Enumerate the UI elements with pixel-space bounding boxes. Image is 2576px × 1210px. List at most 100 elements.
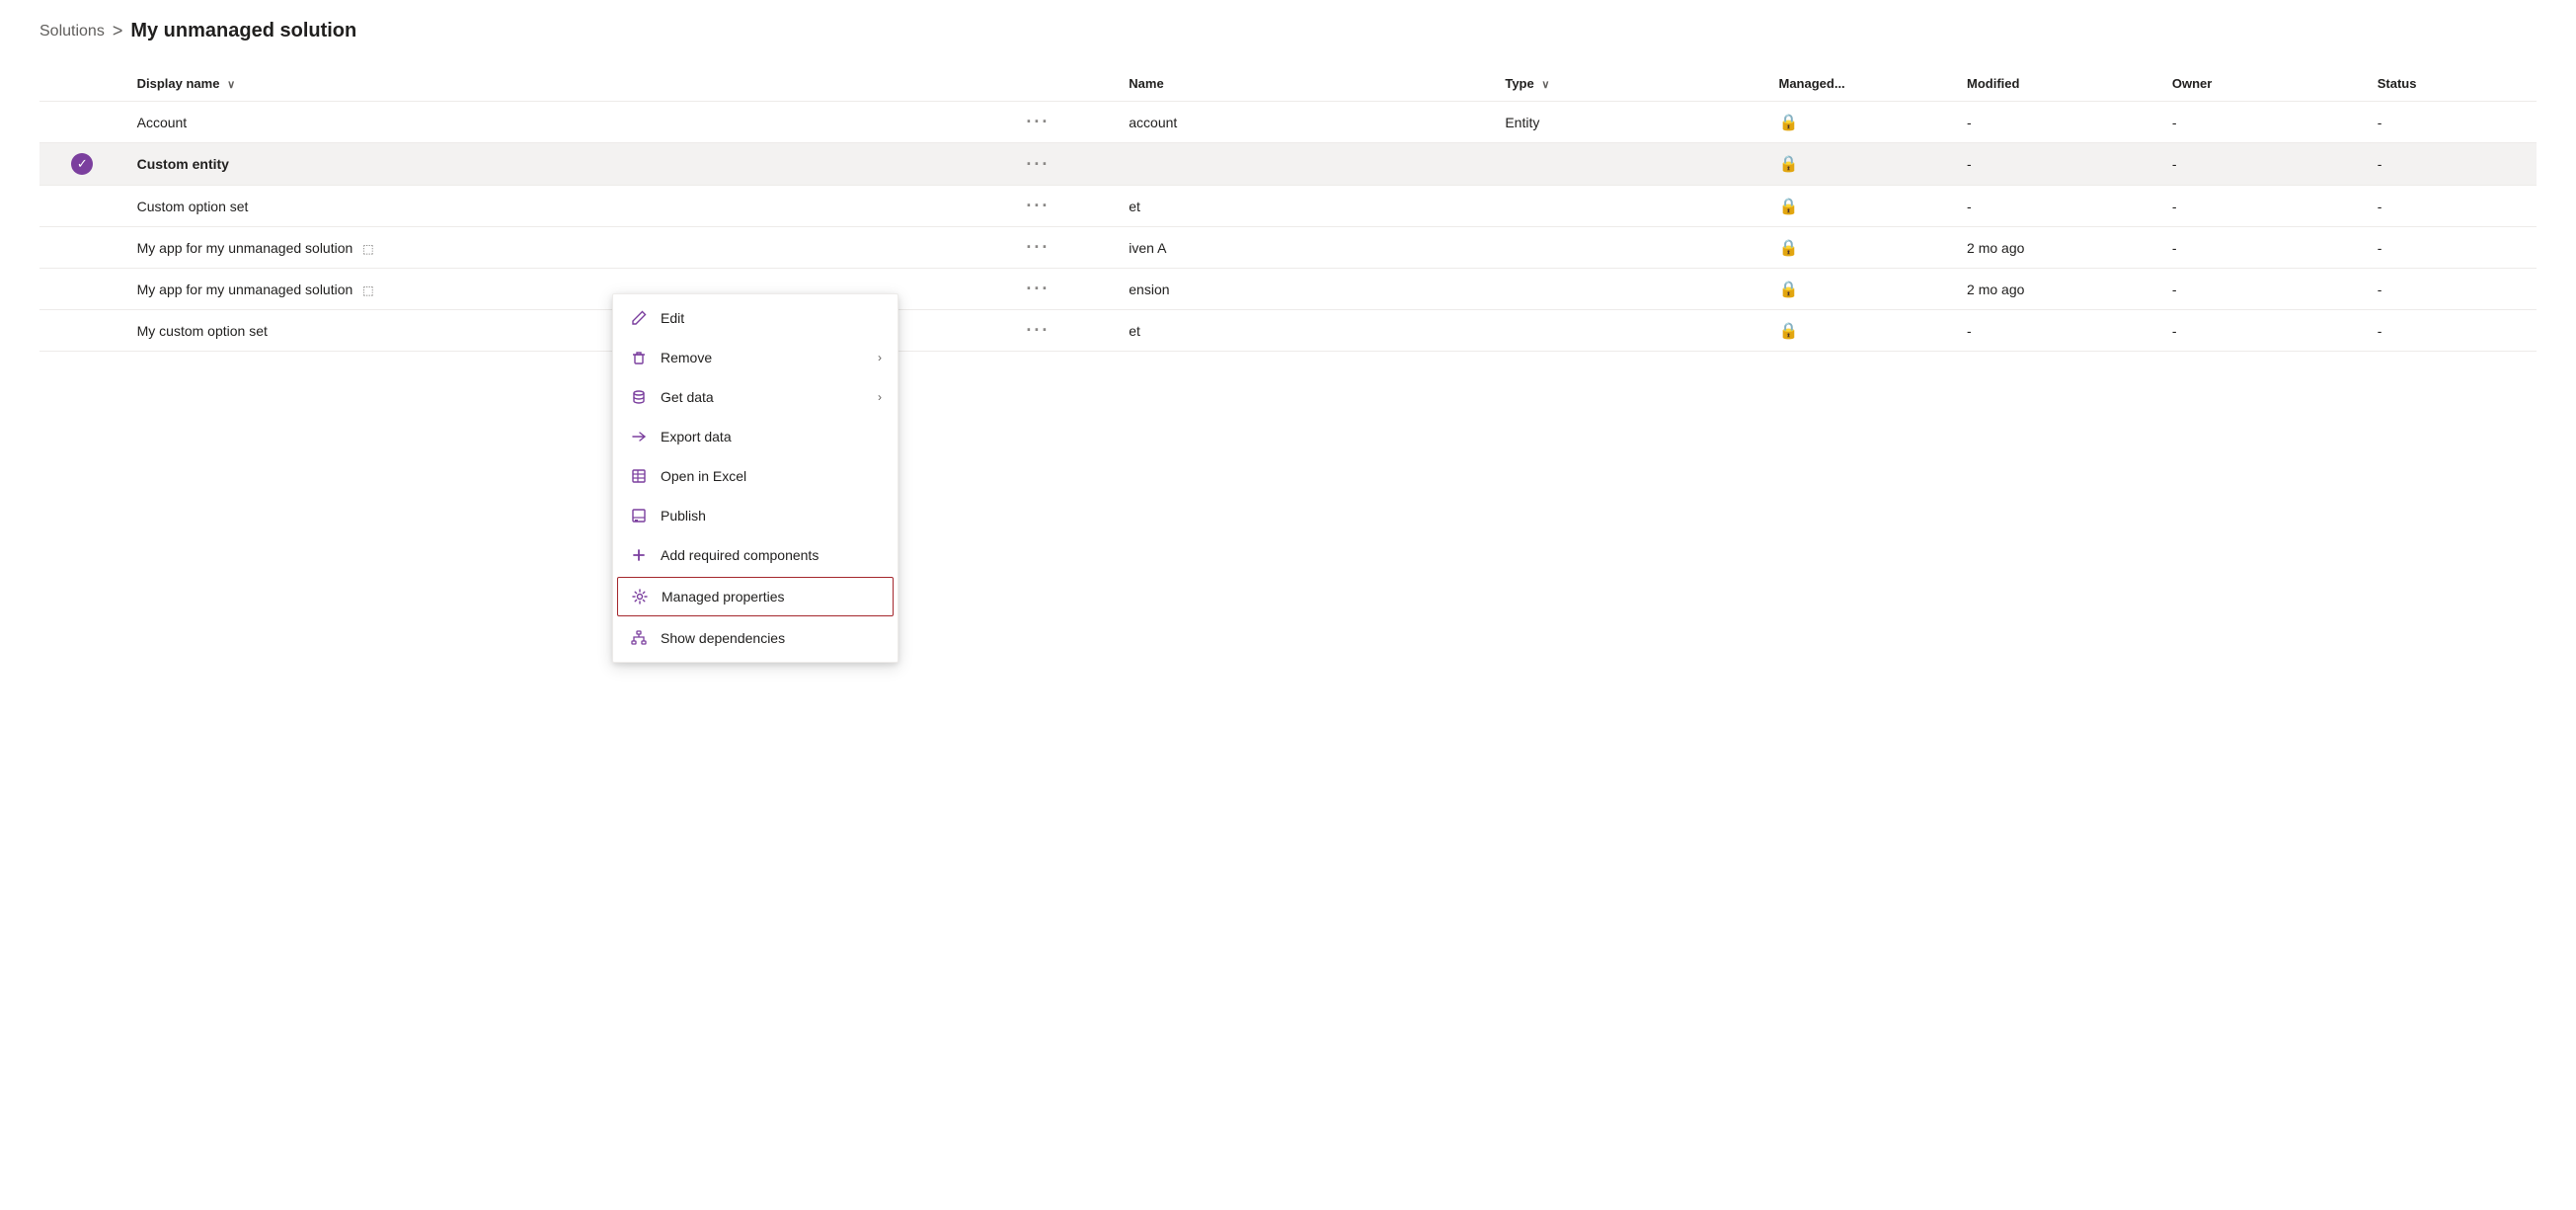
lock-icon: 🔒 (1778, 240, 1798, 257)
menu-item-add-components[interactable]: Add required components (613, 535, 898, 575)
col-label-owner: Owner (2172, 76, 2212, 91)
name-text: ension (1129, 282, 1169, 297)
menu-item-show-dependencies[interactable]: Show dependencies (613, 618, 898, 658)
menu-item-managed-properties[interactable]: Managed properties (617, 577, 894, 616)
trash-icon (629, 348, 649, 367)
table-row[interactable]: My app for my unmanaged solution ⬚ ··· e… (39, 269, 2537, 310)
owner-cell: - (2160, 102, 2366, 143)
type-sort-icon: ∨ (1541, 78, 1549, 91)
pencil-icon (629, 308, 649, 328)
menu-item-open-excel[interactable]: Open in Excel (613, 456, 898, 496)
menu-item-publish[interactable]: Publish (613, 496, 898, 535)
publish-icon (629, 506, 649, 525)
menu-item-open-excel-label: Open in Excel (661, 468, 882, 484)
status-text: - (2378, 199, 2382, 214)
row-selector[interactable] (39, 227, 125, 269)
row-more-options[interactable]: ··· (1026, 237, 1050, 257)
managed-cell: 🔒 (1766, 269, 1955, 310)
type-text: Entity (1505, 115, 1539, 130)
row-more-options[interactable]: ··· (1026, 279, 1050, 298)
status-cell: - (2366, 227, 2537, 269)
owner-text: - (2172, 240, 2177, 256)
row-options-cell[interactable]: ··· (1014, 102, 1117, 143)
table-row[interactable]: My app for my unmanaged solution ⬚ ··· i… (39, 227, 2537, 269)
row-options-cell[interactable]: ··· (1014, 310, 1117, 352)
menu-item-edit-label: Edit (661, 310, 882, 326)
managed-cell: 🔒 (1766, 102, 1955, 143)
name-text: et (1129, 199, 1140, 214)
row-options-cell[interactable]: ··· (1014, 227, 1117, 269)
table-row[interactable]: My custom option set ··· et 🔒 - (39, 310, 2537, 352)
status-text: - (2378, 282, 2382, 297)
name-text: account (1129, 115, 1177, 130)
col-label-display-name: Display name (137, 76, 220, 91)
row-options-cell[interactable]: ··· (1014, 143, 1117, 186)
row-selector[interactable] (39, 269, 125, 310)
col-header-name: Name (1117, 66, 1493, 102)
status-cell: - (2366, 143, 2537, 186)
col-header-type[interactable]: Type ∨ (1493, 66, 1766, 102)
col-label-status: Status (2378, 76, 2417, 91)
table-container: Display name ∨ Name Type ∨ Managed... (39, 66, 2537, 352)
managed-cell: 🔒 (1766, 186, 1955, 227)
name-cell: account (1117, 102, 1493, 143)
modified-cell: - (1955, 102, 2160, 143)
display-name-text: Custom option set (137, 199, 249, 214)
col-header-display-name[interactable]: Display name ∨ (125, 66, 1015, 102)
table-row[interactable]: Account ··· account Entity 🔒 (39, 102, 2537, 143)
row-selector[interactable] (39, 186, 125, 227)
row-more-options[interactable]: ··· (1026, 320, 1050, 340)
row-options-cell[interactable]: ··· (1014, 269, 1117, 310)
modified-text: 2 mo ago (1967, 240, 2024, 256)
breadcrumb-parent[interactable]: Solutions (39, 23, 105, 40)
name-cell (1117, 143, 1493, 186)
menu-item-edit[interactable]: Edit (613, 298, 898, 338)
menu-item-publish-label: Publish (661, 508, 882, 524)
owner-text: - (2172, 282, 2177, 297)
context-menu: Edit Remove › (612, 293, 898, 663)
export-icon (629, 427, 649, 446)
display-name-cell: Custom option set (125, 186, 1015, 227)
row-more-options[interactable]: ··· (1026, 154, 1050, 174)
gear-icon (630, 587, 650, 606)
owner-text: - (2172, 156, 2177, 172)
name-cell: ension (1117, 269, 1493, 310)
col-header-selector (39, 66, 125, 102)
col-header-options (1014, 66, 1117, 102)
table-row[interactable]: ✓ Custom entity ··· 🔒 (39, 143, 2537, 186)
row-options-cell[interactable]: ··· (1014, 186, 1117, 227)
lock-icon: 🔒 (1778, 323, 1798, 340)
managed-cell: 🔒 (1766, 227, 1955, 269)
display-name-text: My custom option set (137, 323, 268, 339)
menu-item-get-data[interactable]: Get data › (613, 377, 898, 417)
modified-text: 2 mo ago (1967, 282, 2024, 297)
menu-item-remove[interactable]: Remove › (613, 338, 898, 377)
row-selector[interactable] (39, 102, 125, 143)
status-cell: - (2366, 186, 2537, 227)
row-more-options[interactable]: ··· (1026, 196, 1050, 215)
col-label-name: Name (1129, 76, 1163, 91)
modified-cell: - (1955, 310, 2160, 352)
context-menu-overlay: Edit Remove › (612, 293, 898, 663)
menu-item-add-components-label: Add required components (661, 547, 882, 563)
type-cell (1493, 186, 1766, 227)
modified-cell: 2 mo ago (1955, 227, 2160, 269)
row-selector[interactable]: ✓ (39, 143, 125, 186)
col-header-owner: Owner (2160, 66, 2366, 102)
name-text: et (1129, 323, 1140, 339)
status-text: - (2378, 115, 2382, 130)
status-text: - (2378, 323, 2382, 339)
type-cell: Entity (1493, 102, 1766, 143)
owner-text: - (2172, 199, 2177, 214)
lock-icon: 🔒 (1778, 282, 1798, 298)
name-cell: et (1117, 310, 1493, 352)
menu-item-export-data[interactable]: Export data (613, 417, 898, 456)
row-selector[interactable] (39, 310, 125, 352)
breadcrumb-current: My unmanaged solution (130, 20, 356, 42)
table-row[interactable]: Custom option set ··· et 🔒 - (39, 186, 2537, 227)
modified-cell: - (1955, 186, 2160, 227)
owner-text: - (2172, 115, 2177, 130)
managed-cell: 🔒 (1766, 310, 1955, 352)
row-more-options[interactable]: ··· (1026, 112, 1050, 131)
display-name-text: My app for my unmanaged solution (137, 240, 353, 256)
